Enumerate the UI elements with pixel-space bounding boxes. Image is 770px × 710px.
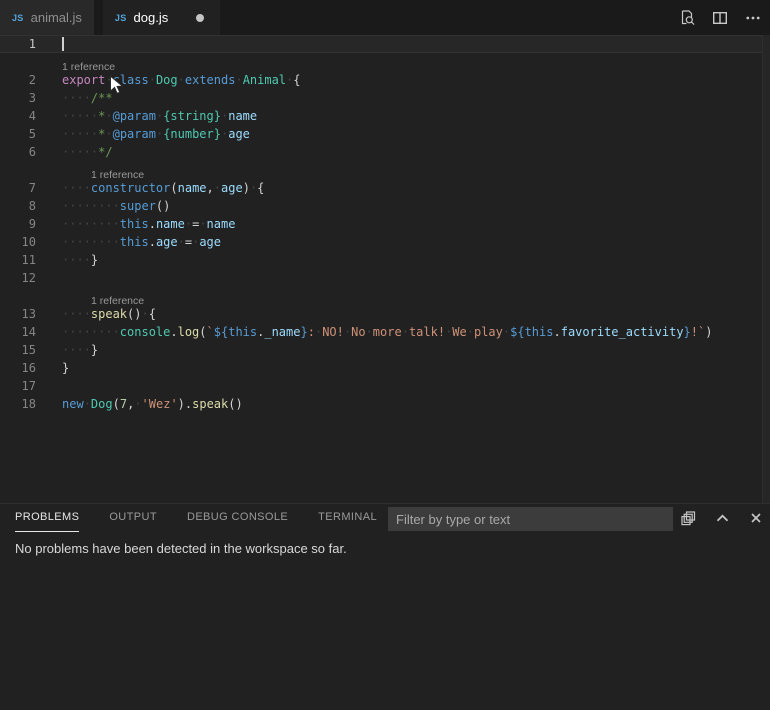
code-line-2[interactable]: 2export·class·Dog·extends·Animal·{ xyxy=(0,71,770,89)
code-line-10[interactable]: 10········this.age·=·age xyxy=(0,233,770,251)
code-line-13[interactable]: 13····speak()·{ xyxy=(0,305,770,323)
code-line-18[interactable]: 18new·Dog(7,·'Wez').speak() xyxy=(0,395,770,413)
code-line-12[interactable]: 12 xyxy=(0,269,770,287)
line-number[interactable]: 10 xyxy=(0,233,36,251)
code-editor[interactable]: 11 reference2export·class·Dog·extends·An… xyxy=(0,35,770,503)
text-cursor xyxy=(62,37,64,51)
code-line-15[interactable]: 15····} xyxy=(0,341,770,359)
line-number[interactable]: 4 xyxy=(0,107,36,125)
panel-tab-debug-console[interactable]: DEBUG CONSOLE xyxy=(187,504,288,531)
line-number[interactable]: 7 xyxy=(0,179,36,197)
code-text[interactable]: ····} xyxy=(36,341,98,359)
code-line-17[interactable]: 17 xyxy=(0,377,770,395)
line-number[interactable]: 15 xyxy=(0,341,36,359)
line-number[interactable]: 17 xyxy=(0,377,36,395)
code-line-8[interactable]: 8········super() xyxy=(0,197,770,215)
tab-dog-js[interactable]: JS dog.js xyxy=(103,0,220,35)
code-line-6[interactable]: 6·····*/ xyxy=(0,143,770,161)
problems-filter-input[interactable] xyxy=(388,507,673,531)
code-line-5[interactable]: 5·····*·@param·{number}·age xyxy=(0,125,770,143)
js-file-icon: JS xyxy=(115,13,127,23)
line-number[interactable]: 12 xyxy=(0,269,36,287)
code-line-14[interactable]: 14········console.log(`${this._name}:·NO… xyxy=(0,323,770,341)
code-line-3[interactable]: 3····/** xyxy=(0,89,770,107)
codelens-row: 1 reference xyxy=(0,161,770,179)
problems-message: No problems have been detected in the wo… xyxy=(0,532,770,565)
code-line-4[interactable]: 4·····*·@param·{string}·name xyxy=(0,107,770,125)
close-panel-icon[interactable] xyxy=(747,509,765,527)
open-preview-icon[interactable] xyxy=(678,9,696,27)
vscode-window: { "tabbar": { "tabs": [ { "label": "anim… xyxy=(0,0,770,710)
code-text[interactable]: ·····*·@param·{number}·age xyxy=(36,125,250,143)
code-text[interactable] xyxy=(36,377,62,395)
code-text[interactable] xyxy=(36,269,62,287)
panel-tab-problems[interactable]: PROBLEMS xyxy=(15,504,79,532)
panel-tab-terminal[interactable]: TERMINAL xyxy=(318,504,377,531)
codelens-row: 1 reference xyxy=(0,53,770,71)
editor-tab-bar: JS animal.js JS dog.js xyxy=(0,0,770,35)
code-text[interactable]: ·····*·@param·{string}·name xyxy=(36,107,257,125)
split-editor-icon[interactable] xyxy=(711,9,729,27)
tab-label: animal.js xyxy=(31,10,82,25)
code-text[interactable]: ········console.log(`${this._name}:·NO!·… xyxy=(36,323,712,341)
maximize-panel-chevron-up-icon[interactable] xyxy=(713,509,731,527)
code-text[interactable] xyxy=(36,35,62,53)
bottom-panel: PROBLEMS OUTPUT DEBUG CONSOLE TERMINAL xyxy=(0,503,770,710)
panel-header: PROBLEMS OUTPUT DEBUG CONSOLE TERMINAL xyxy=(0,504,770,532)
code-text[interactable]: ········this.name·=·name xyxy=(36,215,235,233)
tab-animal-js[interactable]: JS animal.js xyxy=(0,0,94,35)
line-number[interactable]: 5 xyxy=(0,125,36,143)
code-text[interactable]: ········super() xyxy=(36,197,170,215)
line-number[interactable]: 11 xyxy=(0,251,36,269)
editor-scrollbar[interactable] xyxy=(762,35,770,503)
panel-actions xyxy=(679,504,765,532)
tab-label: dog.js xyxy=(134,10,169,25)
panel-tab-output[interactable]: OUTPUT xyxy=(109,504,157,531)
editor-actions xyxy=(678,0,762,35)
code-text[interactable]: export·class·Dog·extends·Animal·{ xyxy=(36,71,301,89)
code-line-9[interactable]: 9········this.name·=·name xyxy=(0,215,770,233)
code-text[interactable]: ····} xyxy=(36,251,98,269)
line-number[interactable]: 1 xyxy=(0,35,36,53)
collapse-all-icon[interactable] xyxy=(679,509,697,527)
line-number[interactable]: 18 xyxy=(0,395,36,413)
line-number[interactable]: 3 xyxy=(0,89,36,107)
line-number[interactable]: 14 xyxy=(0,323,36,341)
code-text[interactable]: } xyxy=(36,359,69,377)
code-text[interactable]: ····constructor(name,·age)·{ xyxy=(36,179,264,197)
codelens-row: 1 reference xyxy=(0,287,770,305)
code-text[interactable]: ····/** xyxy=(36,89,113,107)
line-number[interactable]: 8 xyxy=(0,197,36,215)
more-actions-icon[interactable] xyxy=(744,9,762,27)
modified-indicator-icon[interactable] xyxy=(196,14,204,22)
line-number[interactable]: 13 xyxy=(0,305,36,323)
line-number[interactable]: 6 xyxy=(0,143,36,161)
code-text[interactable]: ·····*/ xyxy=(36,143,113,161)
js-file-icon: JS xyxy=(12,13,24,23)
code-line-1[interactable]: 1 xyxy=(0,35,770,53)
code-text[interactable]: ····speak()·{ xyxy=(36,305,156,323)
code-line-16[interactable]: 16} xyxy=(0,359,770,377)
code-text[interactable]: ········this.age·=·age xyxy=(36,233,221,251)
line-number[interactable]: 2 xyxy=(0,71,36,89)
line-number[interactable]: 16 xyxy=(0,359,36,377)
code-line-11[interactable]: 11····} xyxy=(0,251,770,269)
line-number[interactable]: 9 xyxy=(0,215,36,233)
code-text[interactable]: new·Dog(7,·'Wez').speak() xyxy=(36,395,243,413)
code-line-7[interactable]: 7····constructor(name,·age)·{ xyxy=(0,179,770,197)
